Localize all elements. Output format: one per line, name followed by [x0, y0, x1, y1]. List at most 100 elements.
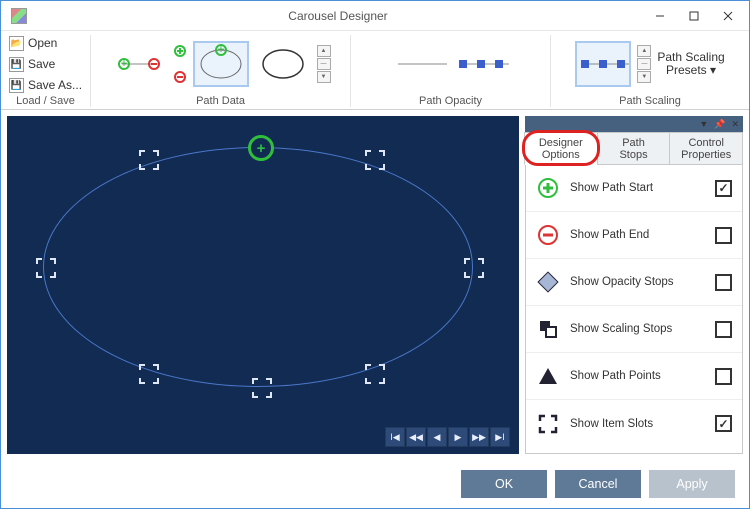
minimize-button[interactable] [643, 5, 677, 27]
maximize-button[interactable] [677, 5, 711, 27]
item-slot[interactable] [364, 149, 386, 171]
item-slot[interactable] [251, 377, 273, 399]
item-slot[interactable] [138, 363, 160, 385]
svg-text:+: + [120, 56, 127, 70]
open-icon: 📂 [9, 36, 24, 51]
option-label: Show Scaling Stops [570, 323, 705, 335]
item-slot[interactable] [138, 149, 160, 171]
checkbox-show-path-start[interactable]: ✓ [715, 180, 732, 197]
checkbox-show-scaling-stops[interactable] [715, 321, 732, 338]
save-button[interactable]: 💾 Save [7, 55, 57, 74]
chevron-down-icon[interactable]: ▼ [317, 71, 331, 83]
scaling-preset-line2: Presets ▾ [666, 64, 716, 77]
tab-control-properties[interactable]: Control Properties [669, 132, 743, 165]
chevron-up-icon[interactable]: ▲ [637, 45, 651, 57]
apply-button[interactable]: Apply [649, 470, 735, 498]
ffwd-button[interactable]: ▶▶ [469, 427, 489, 447]
prev-button[interactable]: ◀ [427, 427, 447, 447]
path-start-marker[interactable]: + [248, 135, 274, 161]
scaling-presets-dropdown[interactable]: Path Scaling Presets ▾ [657, 51, 724, 77]
tab-path-stops[interactable]: Path Stops [597, 132, 671, 165]
path-end-icon [536, 223, 560, 247]
dialog-footer: OK Cancel Apply [1, 460, 749, 508]
ribbon: 📂 Open 💾 Save 💾 Save As... Load / Save + + [1, 31, 749, 110]
save-icon: 💾 [9, 57, 24, 72]
close-button[interactable] [711, 5, 745, 27]
stop-icon[interactable]: — [317, 58, 331, 70]
designer-options-list: Show Path Start ✓ Show Path End Show Opa… [525, 165, 743, 454]
titlebar: Carousel Designer [1, 1, 749, 31]
chevron-up-icon[interactable]: ▲ [317, 45, 331, 57]
window-title: Carousel Designer [33, 9, 643, 23]
option-show-path-start: Show Path Start ✓ [526, 165, 742, 212]
item-slot[interactable] [35, 257, 57, 279]
ribbon-group-loadsave: 📂 Open 💾 Save 💾 Save As... Load / Save [1, 35, 91, 107]
plus-green-icon [173, 44, 187, 58]
minus-red-icon [173, 70, 187, 84]
option-show-item-slots: Show Item Slots ✓ [526, 400, 742, 447]
next-button[interactable]: ▶ [448, 427, 468, 447]
panel-close-icon[interactable]: ✕ [731, 119, 739, 130]
option-show-opacity-stops: Show Opacity Stops [526, 259, 742, 306]
rewind-button[interactable]: ◀◀ [406, 427, 426, 447]
scaling-spinner[interactable]: ▲—▼ [637, 45, 651, 83]
ribbon-group-pathopacity: Path Opacity [351, 35, 551, 107]
scaling-stop-icon [536, 317, 560, 341]
group-label-pathopacity: Path Opacity [419, 95, 482, 107]
saveas-label: Save As... [28, 78, 82, 92]
first-button[interactable]: I◀ [385, 427, 405, 447]
app-window: Carousel Designer 📂 Open 💾 Save 💾 Save As..… [0, 0, 750, 509]
save-label: Save [28, 57, 55, 71]
item-slot-icon [536, 412, 560, 436]
saveas-icon: 💾 [9, 78, 24, 93]
item-slot[interactable] [463, 257, 485, 279]
pathdata-preset-ellipse-startmark[interactable]: + [193, 41, 249, 87]
option-label: Show Path Points [570, 370, 705, 382]
group-label-loadsave: Load / Save [16, 95, 75, 107]
chevron-down-icon[interactable]: ▼ [637, 71, 651, 83]
option-label: Show Item Slots [570, 418, 705, 430]
opacity-preset-stops[interactable] [454, 41, 510, 87]
path-point-icon [536, 364, 560, 388]
pathdata-preset-ellipse[interactable] [255, 41, 311, 87]
panel-tabs: Designer Options Path Stops Control Prop… [525, 132, 743, 165]
carousel-path-ellipse [43, 147, 473, 387]
option-show-path-points: Show Path Points [526, 353, 742, 400]
pathdata-spinner[interactable]: ▲—▼ [317, 45, 331, 83]
checkbox-show-path-points[interactable] [715, 368, 732, 385]
panel-header: ▼ 📌 ✕ [525, 116, 743, 132]
open-label: Open [28, 36, 57, 50]
group-label-pathscaling: Path Scaling [619, 95, 681, 107]
pin-icon[interactable]: 📌 [714, 119, 725, 130]
side-panel: ▼ 📌 ✕ Designer Options Path Stops Contro… [525, 116, 743, 454]
chevron-down-icon[interactable]: ▼ [699, 119, 708, 129]
option-label: Show Path End [570, 229, 705, 241]
ribbon-group-pathscaling: ▲—▼ Path Scaling Presets ▾ Path Scaling [551, 35, 749, 107]
saveas-button[interactable]: 💾 Save As... [7, 76, 84, 95]
transport-controls: I◀ ◀◀ ◀ ▶ ▶▶ ▶I [385, 427, 510, 447]
option-show-path-end: Show Path End [526, 212, 742, 259]
checkbox-show-item-slots[interactable]: ✓ [715, 415, 732, 432]
option-label: Show Path Start [570, 182, 705, 194]
cancel-button[interactable]: Cancel [555, 470, 641, 498]
item-slot[interactable] [364, 363, 386, 385]
app-icon [11, 8, 27, 24]
ok-button[interactable]: OK [461, 470, 547, 498]
tab-designer-options[interactable]: Designer Options [524, 132, 598, 165]
stop-icon[interactable]: — [637, 58, 651, 70]
pathdata-preset-line[interactable]: + [111, 41, 167, 87]
open-button[interactable]: 📂 Open [7, 34, 59, 53]
design-canvas[interactable]: + I◀ ◀◀ ◀ ▶ ▶▶ ▶I [7, 116, 519, 454]
group-label-pathdata: Path Data [196, 95, 245, 107]
scaling-preset-stops[interactable] [575, 41, 631, 87]
svg-text:+: + [217, 44, 224, 56]
checkbox-show-path-end[interactable] [715, 227, 732, 244]
option-show-scaling-stops: Show Scaling Stops [526, 306, 742, 353]
opacity-preset-line[interactable] [392, 41, 448, 87]
path-start-icon [536, 176, 560, 200]
workspace: + I◀ ◀◀ ◀ ▶ ▶▶ ▶I ▼ 📌 ✕ [1, 110, 749, 460]
last-button[interactable]: ▶I [490, 427, 510, 447]
opacity-stop-icon [536, 270, 560, 294]
checkbox-show-opacity-stops[interactable] [715, 274, 732, 291]
ribbon-group-pathdata: + + ▲—▼ Path Data [91, 35, 351, 107]
